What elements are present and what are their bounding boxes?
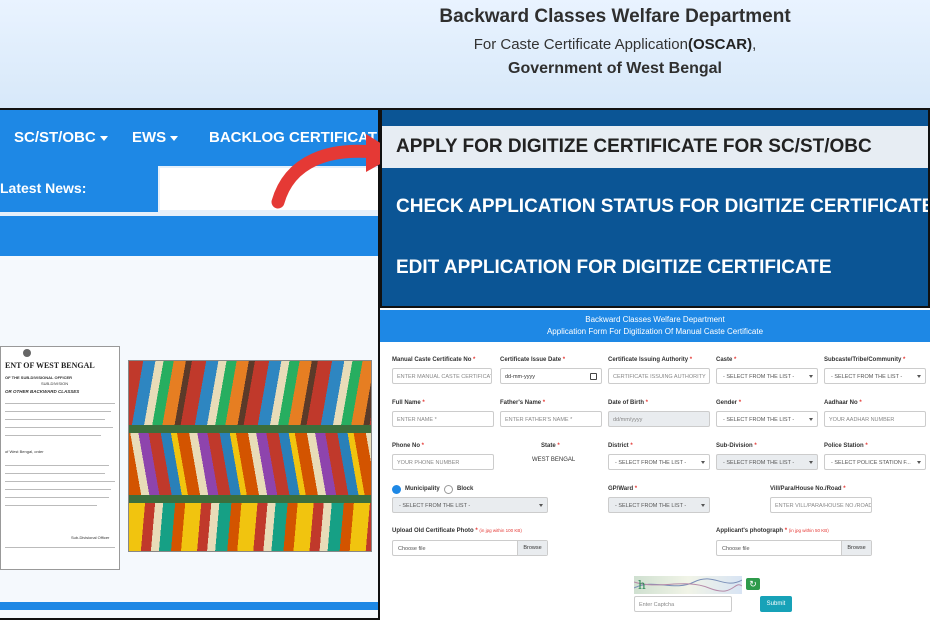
captcha-text: h 4 xyxy=(638,578,704,594)
latest-news-label: Latest News: xyxy=(0,166,158,212)
aadhaar-label: Aadhaar No * xyxy=(824,400,862,406)
chevron-down-icon xyxy=(917,375,921,378)
gp-ward-select[interactable]: - SELECT FROM THE LIST - xyxy=(608,497,710,513)
old-photo-file-input[interactable]: Choose file Browse xyxy=(392,540,548,556)
emblem-icon xyxy=(23,349,31,357)
menu-edit-application[interactable]: EDIT APPLICATION FOR DIGITIZE CERTIFICAT… xyxy=(396,257,832,279)
submit-button[interactable]: Submit xyxy=(760,596,792,612)
block-label: Block xyxy=(457,486,474,492)
digitize-menu: APPLY FOR DIGITIZE CERTIFICATE FOR SC/ST… xyxy=(380,108,930,308)
left-footer-strip xyxy=(0,602,378,610)
police-station-select[interactable]: - SELECT POLICE STATION F... xyxy=(824,454,926,470)
aadhaar-input[interactable]: YOUR AADHAR NUMBER xyxy=(824,411,926,427)
issue-date-label: Certificate Issue Date * xyxy=(500,357,566,363)
caste-label: Caste * xyxy=(716,357,737,363)
dob-input[interactable]: dd/mm/yyyy xyxy=(608,411,710,427)
district-label: District * xyxy=(608,443,633,449)
old-photo-label: Upload Old Certificate Photo * (in jpg w… xyxy=(392,528,522,534)
municipality-label: Municipality xyxy=(405,486,440,492)
manual-certificate-input[interactable]: ENTER MANUAL CASTE CERTIFICATE NO xyxy=(392,368,492,384)
gender-label: Gender * xyxy=(716,400,742,406)
menu-apply-digitize[interactable]: APPLY FOR DIGITIZE CERTIFICATE FOR SC/ST… xyxy=(382,126,928,168)
dob-label: Date of Birth * xyxy=(608,400,649,406)
police-station-label: Police Station * xyxy=(824,443,868,449)
chevron-down-icon xyxy=(809,375,813,378)
full-name-label: Full Name * xyxy=(392,400,425,406)
chevron-down-icon xyxy=(809,418,813,421)
header-subtitle: For Caste Certificate Application(OSCAR)… xyxy=(473,36,757,53)
block-radio[interactable] xyxy=(444,485,453,494)
issuing-authority-input[interactable]: CERTIFICATE ISSUING AUTHORITY xyxy=(608,368,710,384)
vill-input[interactable]: ENTER VILL/PARA/HOUSE NO./ROAD xyxy=(770,497,872,513)
phone-label: Phone No * xyxy=(392,443,425,449)
chevron-down-icon xyxy=(701,461,705,464)
chevron-down-icon xyxy=(701,504,705,507)
phone-input[interactable]: YOUR PHONE NUMBER xyxy=(392,454,494,470)
gp-ward-label: GP/Ward * xyxy=(608,486,638,492)
certificate-image: ENT OF WEST BENGAL OF THE SUB-DIVISIONAL… xyxy=(0,346,120,570)
site-header: Backward Classes Welfare Department For … xyxy=(0,0,930,108)
browse-button[interactable]: Browse xyxy=(841,541,871,555)
captcha-input[interactable]: Enter Captcha xyxy=(634,596,732,612)
state-value: WEST BENGAL xyxy=(532,457,576,463)
subdivision-label: Sub-Division * xyxy=(716,443,757,449)
chevron-down-icon xyxy=(809,461,813,464)
applicant-photo-file-input[interactable]: Choose file Browse xyxy=(716,540,872,556)
issuing-authority-label: Certificate Issuing Authority * xyxy=(608,357,693,363)
menu-check-status[interactable]: CHECK APPLICATION STATUS FOR DIGITIZE CE… xyxy=(396,196,928,218)
subdivision-select[interactable]: - SELECT FROM THE LIST - xyxy=(716,454,818,470)
issue-date-input[interactable]: dd-mm-yyyy xyxy=(500,368,602,384)
district-select[interactable]: - SELECT FROM THE LIST - xyxy=(608,454,710,470)
chevron-down-icon xyxy=(917,461,921,464)
application-form: Backward Classes Welfare Department Appl… xyxy=(380,310,930,620)
chevron-down-icon xyxy=(170,135,179,141)
header-government: Government of West Bengal xyxy=(508,60,722,77)
vill-label: Vill/Para/House No./Road * xyxy=(770,486,846,492)
manual-no-label: Manual Caste Certificate No * xyxy=(392,357,476,363)
blue-strip xyxy=(0,216,378,256)
captcha-image: h 4 xyxy=(634,576,742,594)
gender-select[interactable]: - SELECT FROM THE LIST - xyxy=(716,411,818,427)
municipality-radio[interactable] xyxy=(392,485,401,494)
nav-ews[interactable]: EWS xyxy=(132,129,179,146)
calendar-icon[interactable] xyxy=(590,373,597,380)
state-label: State * xyxy=(541,443,560,449)
municipality-select[interactable]: - SELECT FROM THE LIST - xyxy=(392,497,548,513)
header-title: Backward Classes Welfare Department xyxy=(439,6,791,27)
browse-button[interactable]: Browse xyxy=(517,541,547,555)
folk-art-image xyxy=(128,360,372,552)
refresh-icon[interactable]: ↻ xyxy=(746,578,760,590)
father-name-label: Father's Name * xyxy=(500,400,546,406)
full-name-input[interactable]: ENTER NAME * xyxy=(392,411,494,427)
subcaste-select[interactable]: - SELECT FROM THE LIST - xyxy=(824,368,926,384)
form-header: Backward Classes Welfare Department Appl… xyxy=(380,310,930,342)
caste-select[interactable]: - SELECT FROM THE LIST - xyxy=(716,368,818,384)
father-name-input[interactable]: ENTER FATHER'S NAME * xyxy=(500,411,602,427)
chevron-down-icon xyxy=(539,504,543,507)
nav-sc-st-obc[interactable]: SC/ST/OBC xyxy=(14,129,108,146)
subcaste-label: Subcaste/Tribe/Community * xyxy=(824,357,906,363)
chevron-down-icon xyxy=(99,135,108,141)
applicant-photo-label: Applicant's photograph * (in jpg within … xyxy=(716,528,829,534)
